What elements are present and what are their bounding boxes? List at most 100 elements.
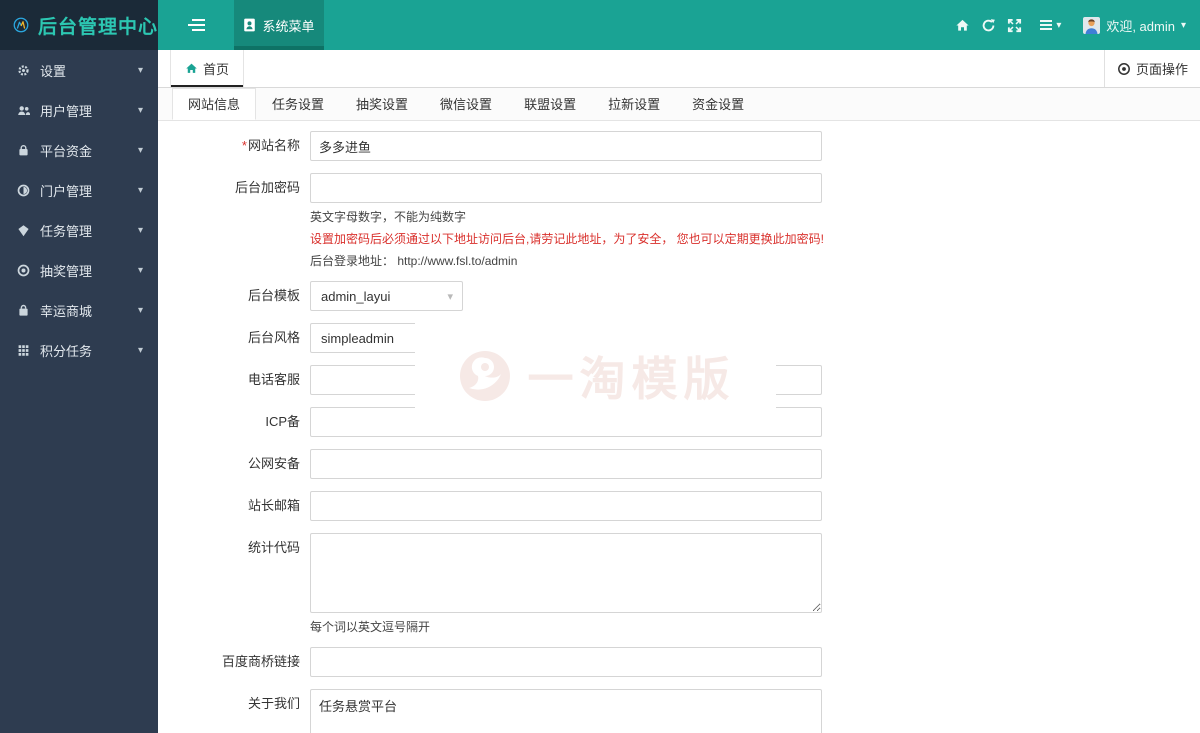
field-label: 后台风格 [247,330,300,345]
webmaster-email-input[interactable] [310,491,822,521]
field-label: 百度商桥链接 [221,654,300,669]
expand-icon [1007,18,1021,32]
page-operations-label: 页面操作 [1135,62,1188,77]
sidebar-item-portal[interactable]: 门户管理 ▾ [0,170,158,210]
tab-funds-settings[interactable]: 资金设置 [676,88,760,120]
field-label: 后台加密码 [234,180,300,195]
main-area: 首页 页面操作 网站信息 任务设置 抽奖设置 微信设置 联盟设置 拉新设置 资金… [158,50,1200,733]
chevron-down-icon: ▾ [1056,19,1062,31]
sidebar-item-users[interactable]: 用户管理 ▾ [0,90,158,130]
portal-icon [16,184,31,197]
form-row-about-us: 关于我们 任务悬赏平台 [158,689,1200,733]
list-icon [1040,20,1053,30]
system-menu-button[interactable]: 系统菜单 [234,0,324,50]
tasks-menu-button[interactable]: ▾ [1031,0,1069,50]
form-row-admin-template: 后台模板 admin_layui [158,281,1200,311]
field-label: 后台模板 [247,288,300,303]
field-label: 统计代码 [247,540,300,555]
header-right: ▾ 欢迎, admin ▾ [949,0,1200,50]
home-button[interactable] [949,0,975,50]
about-us-textarea[interactable]: 任务悬赏平台 [310,689,822,733]
chevron-down-icon: ▾ [137,144,143,156]
field-label: 公网安备 [247,456,300,471]
baidu-bridge-input[interactable] [310,647,822,677]
public-security-input[interactable] [310,449,822,479]
field-label: 站长邮箱 [247,498,300,513]
tab-task-settings[interactable]: 任务设置 [256,88,340,120]
cogs-icon [16,64,31,77]
sidebar-item-label: 抽奖管理 [40,263,93,279]
lottery-icon [16,264,31,277]
hamburger-icon [187,19,205,31]
form-row-site-name: *网站名称 [158,131,1200,161]
tab-site-info[interactable]: 网站信息 [172,88,257,120]
refresh-button[interactable] [975,0,1001,50]
field-label: 关于我们 [247,696,300,711]
sidebar-item-points-tasks[interactable]: 积分任务 ▾ [0,330,158,370]
chevron-down-icon: ▾ [137,64,143,76]
sidebar-item-lucky-mall[interactable]: 幸运商城 ▾ [0,290,158,330]
sidebar-item-label: 任务管理 [40,223,93,239]
sidebar: 设置 ▾ 用户管理 ▾ 平台资金 ▾ 门户管理 ▾ 任务管理 ▾ 抽奖管理 ▾ [0,50,158,733]
tab-lottery-settings[interactable]: 抽奖设置 [340,88,424,120]
chevron-down-icon: ▾ [137,344,143,356]
form-row-public-security: 公网安备 [158,449,1200,479]
chevron-down-icon: ▾ [137,224,143,236]
admin-style-select[interactable]: simpleadmin [310,323,463,353]
admin-code-warning: 设置加密码后必须通过以下地址访问后台,请劳记此地址，为了安全， 您也可以定期更换… [310,232,825,246]
home-icon [956,19,969,31]
tab-home[interactable]: 首页 [170,50,245,87]
header: 后台管理中心 系统菜单 ▾ 欢迎, admin ▾ [0,0,1200,50]
icp-input[interactable] [310,407,822,437]
tab-home-label: 首页 [203,62,230,77]
brand-title: 后台管理中心 [37,16,158,38]
tab-referral-settings[interactable]: 拉新设置 [592,88,676,120]
tasks-icon [16,224,31,237]
welcome-label: 欢迎, admin [1106,18,1175,34]
mall-icon [16,304,31,317]
admin-code-input[interactable] [310,173,822,203]
sidebar-item-label: 平台资金 [40,143,93,159]
sidebar-item-tasks[interactable]: 任务管理 ▾ [0,210,158,250]
chevron-down-icon: ▾ [137,184,143,196]
tab-alliance-settings[interactable]: 联盟设置 [508,88,592,120]
brand-area: 后台管理中心 [0,0,158,50]
fullscreen-button[interactable] [1001,0,1027,50]
sidebar-item-label: 幸运商城 [40,303,93,319]
tab-wechat-settings[interactable]: 微信设置 [424,88,508,120]
sidebar-item-settings[interactable]: 设置 ▾ [0,50,158,90]
page-tab-bar: 首页 页面操作 [158,50,1200,88]
stats-code-textarea[interactable] [310,533,822,613]
form-row-icp: ICP备 [158,407,1200,437]
site-info-panel: *网站名称 后台加密码 英文字母数字，不能为纯数字 设置加密码后必须通过以下地址… [158,121,1200,733]
form-row-webmaster-email: 站长邮箱 [158,491,1200,521]
sidebar-toggle-button[interactable] [158,0,234,50]
admin-login-url: 后台登录地址： http://www.fsl.to/admin [310,254,518,268]
user-avatar [1083,16,1101,34]
form-row-baidu-bridge: 百度商桥链接 [158,647,1200,677]
field-label: 电话客服 [247,372,300,387]
chevron-down-icon: ▾ [137,304,143,316]
phone-service-input[interactable] [310,365,822,395]
settings-tabs: 网站信息 任务设置 抽奖设置 微信设置 联盟设置 拉新设置 资金设置 [158,88,1200,121]
chevron-down-icon: ▾ [137,264,143,276]
sidebar-item-label: 用户管理 [40,103,93,119]
page-operations-button[interactable]: 页面操作 [1103,50,1200,87]
sidebar-item-platform-funds[interactable]: 平台资金 ▾ [0,130,158,170]
home-icon [186,63,197,73]
site-name-input[interactable] [310,131,822,161]
sidebar-item-label: 门户管理 [40,183,93,199]
user-menu[interactable]: 欢迎, admin ▾ [1083,16,1186,35]
admin-template-select[interactable]: admin_layui [310,281,463,311]
sidebar-item-lottery[interactable]: 抽奖管理 ▾ [0,250,158,290]
brand-logo-icon [13,17,29,33]
address-book-icon [244,18,256,32]
required-asterisk: * [241,138,247,153]
chevron-down-icon: ▾ [137,104,143,116]
target-icon [1118,62,1130,75]
users-icon [16,104,31,117]
form-row-admin-code: 后台加密码 英文字母数字，不能为纯数字 设置加密码后必须通过以下地址访问后台,请… [158,173,1200,269]
form-row-phone-service: 电话客服 [158,365,1200,395]
points-icon [16,344,31,357]
field-label: *网站名称 [241,138,300,153]
